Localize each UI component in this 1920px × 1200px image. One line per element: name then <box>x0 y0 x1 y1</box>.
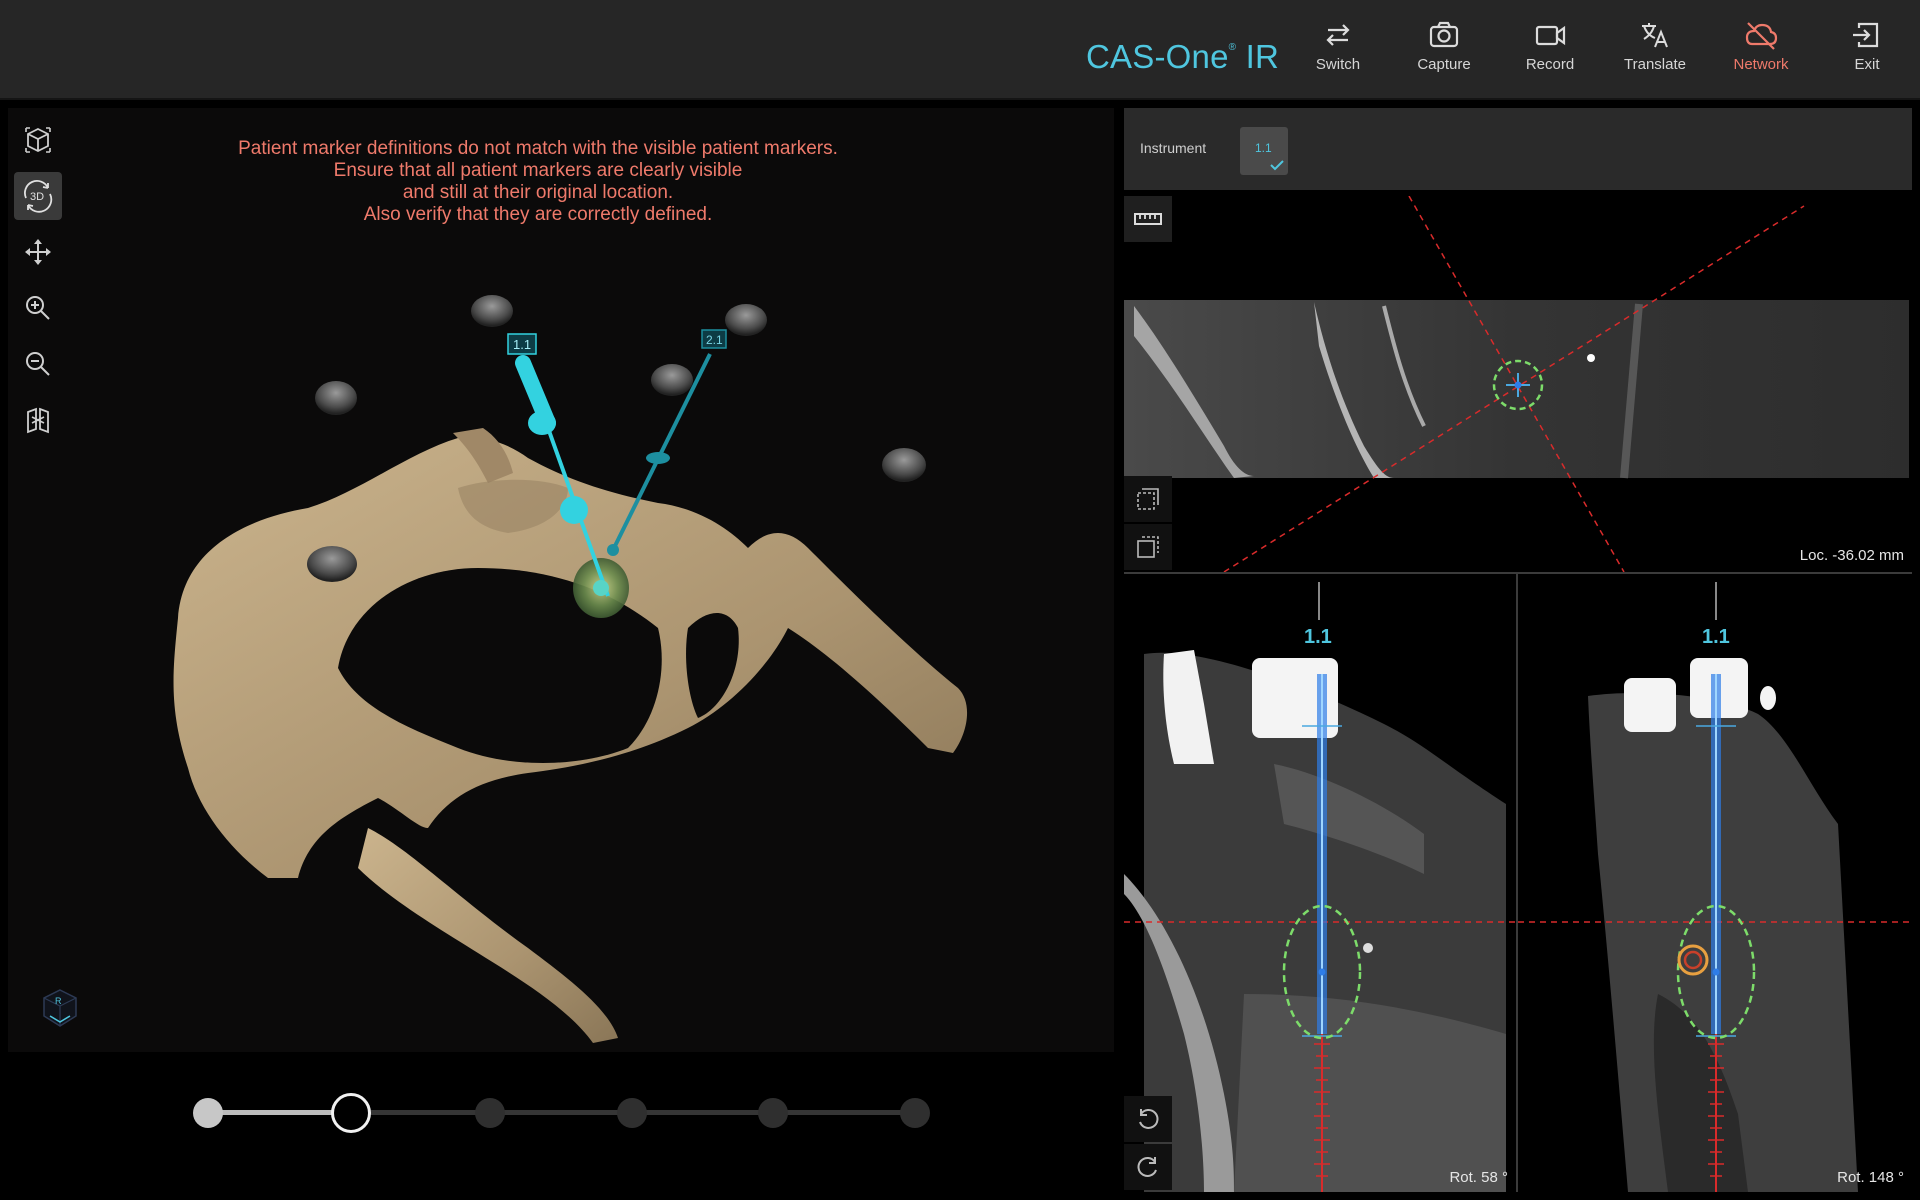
step-6[interactable] <box>900 1098 930 1128</box>
step-5[interactable] <box>758 1098 788 1128</box>
trajectory-label-2-1: 2.1 <box>706 333 723 347</box>
record-label: Record <box>1525 56 1575 73</box>
translate-button[interactable]: Translate <box>1605 18 1705 86</box>
translate-label: Translate <box>1624 56 1686 73</box>
coronal-instrument-label: 1.1 <box>1702 626 1730 648</box>
brand-suffix: IR <box>1245 38 1279 75</box>
coronal-image <box>1518 582 1912 1192</box>
coronal-rotation-readout: Rot. 148 ° <box>1837 1169 1904 1186</box>
step-2[interactable] <box>331 1093 371 1133</box>
ruler-icon <box>1134 213 1162 225</box>
measure-tool-button[interactable] <box>1124 196 1172 242</box>
instrument-bar: Instrument 1.1 <box>1124 108 1912 190</box>
exit-label: Exit <box>1854 56 1880 73</box>
switch-button[interactable]: Switch <box>1288 18 1388 86</box>
location-readout: Loc. -36.02 mm <box>1799 547 1904 564</box>
exit-icon <box>1853 22 1879 48</box>
translate-icon <box>1642 23 1668 48</box>
rotate-right-button[interactable] <box>1124 1144 1172 1190</box>
svg-text:R: R <box>55 996 62 1006</box>
workflow-steps[interactable] <box>190 1090 940 1134</box>
trajectory-label-1-1: 1.1 <box>513 337 531 352</box>
instrument-chip-label: 1.1 <box>1255 141 1272 155</box>
rotate-ccw-icon <box>1139 1109 1159 1129</box>
top-bar: CAS-One® IR Switch Capture Record Transl… <box>0 0 1920 100</box>
orientation-cube-icon[interactable]: R <box>38 986 82 1030</box>
network-label: Network <box>1733 56 1789 73</box>
capture-button[interactable]: Capture <box>1394 18 1494 86</box>
instrument-chip[interactable]: 1.1 <box>1240 127 1288 175</box>
3d-view[interactable]: 3D Patient marker definitions do not mat… <box>8 108 1114 1052</box>
coronal-slice-view[interactable]: 1.1 Rot. 148 ° <box>1518 574 1912 1192</box>
step-1[interactable] <box>193 1098 223 1128</box>
checkmark-icon <box>1270 160 1284 171</box>
capture-label: Capture <box>1417 56 1471 73</box>
sagittal-slice-view[interactable]: 1.1 Rot. 58 ° <box>1124 574 1516 1192</box>
instrument-label: Instrument <box>1140 140 1207 156</box>
rotate-left-button[interactable] <box>1124 1096 1172 1142</box>
sagittal-image <box>1124 582 1516 1192</box>
window-select-button[interactable] <box>1124 476 1172 522</box>
record-button[interactable]: Record <box>1500 18 1600 86</box>
brand-mark: ® <box>1228 42 1237 53</box>
camera-icon <box>1429 21 1459 48</box>
copy-region-icon <box>1137 536 1159 558</box>
exit-button[interactable]: Exit <box>1817 18 1917 86</box>
switch-label: Switch <box>1315 56 1361 73</box>
step-4[interactable] <box>617 1098 647 1128</box>
axial-slice-view[interactable]: Loc. -36.02 mm <box>1124 196 1912 572</box>
rotate-cw-icon <box>1137 1157 1157 1177</box>
swap-arrows-icon <box>1326 24 1350 46</box>
axial-image <box>1124 196 1909 572</box>
select-region-icon <box>1137 488 1159 510</box>
sagittal-instrument-label: 1.1 <box>1304 626 1332 648</box>
network-button[interactable]: Network <box>1711 18 1811 86</box>
brand-name: CAS-One <box>1086 38 1229 75</box>
window-copy-button[interactable] <box>1124 524 1172 570</box>
app-brand: CAS-One® IR <box>1086 38 1279 76</box>
3d-scene[interactable]: 2.1 1.1 <box>8 108 1114 1052</box>
sagittal-rotation-readout: Rot. 58 ° <box>1449 1169 1508 1186</box>
cloud-offline-icon <box>1745 22 1778 50</box>
step-3[interactable] <box>475 1098 505 1128</box>
steps-progress <box>208 1110 351 1115</box>
video-camera-icon <box>1535 25 1566 46</box>
